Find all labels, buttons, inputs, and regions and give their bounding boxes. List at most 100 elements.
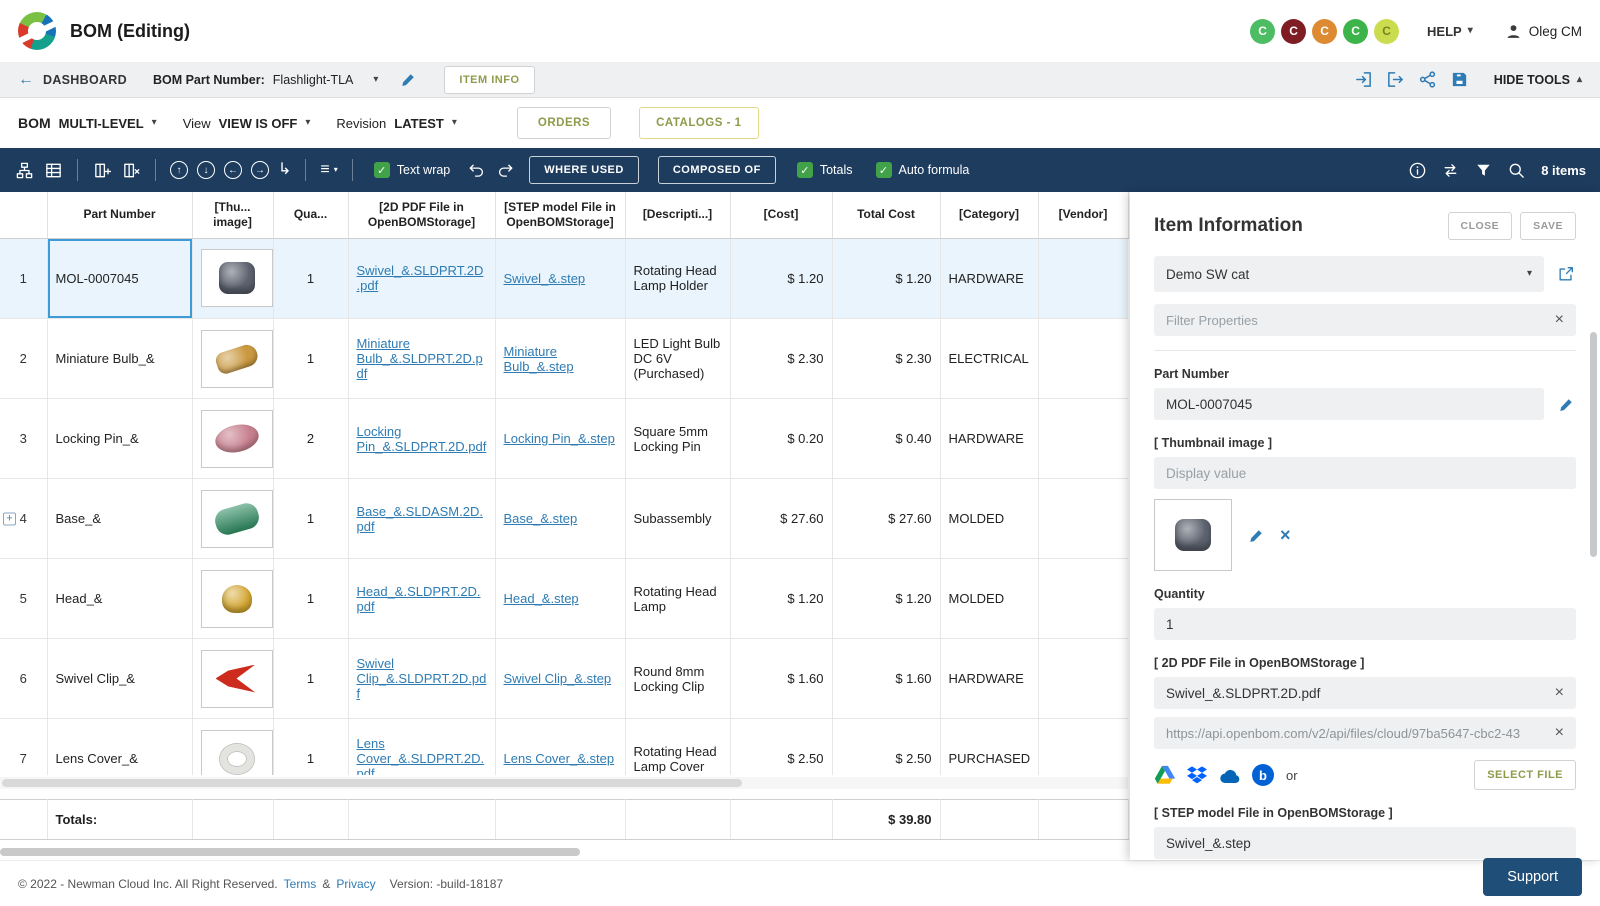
description-cell[interactable]: Rotating Head Lamp	[625, 558, 731, 639]
where-used-button[interactable]: WHERE USED	[529, 156, 639, 184]
pdf-url-input[interactable]: https://api.openbom.com/v2/api/files/clo…	[1154, 717, 1576, 749]
avatar[interactable]: C	[1343, 18, 1369, 44]
onedrive-icon[interactable]	[1218, 766, 1242, 784]
select-file-button[interactable]: SELECT FILE	[1474, 760, 1576, 790]
quantity-cell[interactable]: 2	[273, 398, 349, 479]
vendor-cell[interactable]	[1038, 558, 1128, 639]
column-header[interactable]: [Thu... image]	[192, 192, 274, 239]
column-header[interactable]: [STEP model File in OpenBOMStorage]	[495, 192, 626, 239]
step-file-link[interactable]: Swivel_&.step	[504, 271, 586, 286]
orders-button[interactable]: ORDERS	[516, 107, 612, 139]
quantity-cell[interactable]: 1	[273, 478, 349, 559]
catalog-select[interactable]: Demo SW cat ▾	[1154, 256, 1544, 292]
part-number-input[interactable]: MOL-0007045	[1154, 388, 1544, 420]
pdf-file-link[interactable]: Swivel_&.SLDPRT.2D.pdf	[357, 263, 484, 293]
part-number-cell[interactable]: MOL-0007045	[47, 238, 193, 319]
quantity-input[interactable]: 1	[1154, 608, 1576, 640]
move-left-icon[interactable]: ←	[224, 161, 242, 179]
multi-level-view-icon[interactable]	[14, 160, 34, 180]
vendor-cell[interactable]	[1038, 638, 1128, 719]
description-cell[interactable]: LED Light Bulb DC 6V (Purchased)	[625, 318, 731, 399]
google-drive-icon[interactable]	[1154, 765, 1176, 785]
part-thumbnail[interactable]	[200, 649, 273, 708]
column-header[interactable]: Qua...	[273, 192, 349, 239]
quantity-cell[interactable]: 1	[273, 318, 349, 399]
pdf-file-link[interactable]: Swivel Clip_&.SLDPRT.2D.pdf	[357, 656, 487, 701]
auto-formula-checkbox[interactable]: ✓ Auto formula	[875, 162, 969, 178]
table-row[interactable]: + 3 Locking Pin_& 2 Locking Pin_&.SLDPRT…	[0, 398, 1128, 479]
support-button[interactable]: Support	[1483, 858, 1582, 896]
category-cell[interactable]: MOLDED	[940, 478, 1039, 559]
search-icon[interactable]	[1506, 160, 1526, 180]
save-button[interactable]: SAVE	[1520, 212, 1576, 240]
info-icon[interactable]	[1407, 160, 1427, 180]
item-info-button[interactable]: ITEM INFO	[444, 65, 535, 94]
table-row[interactable]: + 7 Lens Cover_& 1 Lens Cover_&.SLDPRT.2…	[0, 718, 1128, 775]
column-header[interactable]: [Vendor]	[1038, 192, 1129, 239]
edit-part-number-icon[interactable]	[1556, 394, 1576, 414]
panel-scrollbar[interactable]	[1590, 332, 1597, 557]
vendor-cell[interactable]	[1038, 718, 1128, 775]
open-catalog-icon[interactable]	[1556, 264, 1576, 284]
step-file-link[interactable]: Swivel Clip_&.step	[504, 671, 612, 686]
part-thumbnail[interactable]	[200, 489, 273, 548]
avatar[interactable]: C	[1250, 18, 1276, 44]
part-number-cell[interactable]: Miniature Bulb_&	[47, 318, 193, 399]
scrollbar-thumb[interactable]	[2, 778, 742, 787]
quantity-cell[interactable]: 1	[273, 238, 349, 319]
part-number-cell[interactable]: Head_&	[47, 558, 193, 639]
category-cell[interactable]: MOLDED	[940, 558, 1039, 639]
edit-bom-name-icon[interactable]	[398, 70, 418, 90]
part-thumbnail[interactable]	[200, 249, 273, 308]
clear-pdf-icon[interactable]: ×	[1547, 685, 1564, 701]
clear-url-icon[interactable]: ×	[1547, 725, 1564, 741]
export-icon[interactable]	[1386, 70, 1405, 89]
box-icon[interactable]: b	[1252, 764, 1274, 786]
chevron-down-icon[interactable]: ▾	[373, 74, 378, 85]
category-cell[interactable]: ELECTRICAL	[940, 318, 1039, 399]
undo-icon[interactable]	[466, 160, 486, 180]
remove-thumbnail-icon[interactable]: ×	[1280, 526, 1291, 544]
cost-cell[interactable]: $ 2.30	[730, 318, 833, 399]
dropbox-icon[interactable]	[1186, 765, 1208, 785]
part-number-cell[interactable]: Locking Pin_&	[47, 398, 193, 479]
part-number-cell[interactable]: Base_&	[47, 478, 193, 559]
step-file-link[interactable]: Base_&.step	[504, 511, 578, 526]
totals-checkbox[interactable]: ✓ Totals	[796, 162, 853, 178]
vendor-cell[interactable]	[1038, 398, 1128, 479]
close-button[interactable]: CLOSE	[1447, 212, 1513, 240]
filter-properties-input[interactable]: Filter Properties ×	[1154, 304, 1576, 336]
move-up-icon[interactable]: ↑	[170, 161, 188, 179]
pdf-file-link[interactable]: Locking Pin_&.SLDPRT.2D.pdf	[357, 424, 487, 454]
add-column-icon[interactable]	[92, 160, 112, 180]
hide-tools-toggle[interactable]: HIDE TOOLS ▴	[1494, 73, 1582, 87]
step-file-input[interactable]: Swivel_&.step	[1154, 827, 1576, 859]
cost-cell[interactable]: $ 1.60	[730, 638, 833, 719]
table-row[interactable]: + 1 MOL-0007045 1 Swivel_&.SLDPRT.2D.pdf…	[0, 238, 1128, 319]
quantity-cell[interactable]: 1	[273, 718, 349, 775]
part-thumbnail[interactable]	[200, 409, 273, 468]
expand-row-icon[interactable]: +	[3, 512, 16, 525]
column-header[interactable]: Part Number	[47, 192, 193, 239]
description-cell[interactable]: Subassembly	[625, 478, 731, 559]
category-cell[interactable]: PURCHASED	[940, 718, 1039, 775]
remove-column-icon[interactable]	[121, 160, 141, 180]
table-row[interactable]: + 6 Swivel Clip_& 1 Swivel Clip_&.SLDPRT…	[0, 638, 1128, 719]
avatar[interactable]: C	[1312, 18, 1338, 44]
pdf-file-link[interactable]: Head_&.SLDPRT.2D.pdf	[357, 584, 481, 614]
category-cell[interactable]: HARDWARE	[940, 638, 1039, 719]
table-horizontal-scrollbar[interactable]	[0, 776, 1128, 789]
cost-cell[interactable]: $ 27.60	[730, 478, 833, 559]
cost-cell[interactable]: $ 0.20	[730, 398, 833, 479]
column-header[interactable]: [Cost]	[730, 192, 833, 239]
column-header[interactable]: [2D PDF File in OpenBOMStorage]	[348, 192, 496, 239]
cost-cell[interactable]: $ 1.20	[730, 558, 833, 639]
indent-icon[interactable]: ↳	[278, 162, 291, 178]
revision-dropdown[interactable]: Revision LATEST ▾	[336, 116, 456, 131]
description-cell[interactable]: Rotating Head Lamp Holder	[625, 238, 731, 319]
part-thumbnail[interactable]	[200, 569, 273, 628]
vendor-cell[interactable]	[1038, 238, 1128, 319]
alignment-menu-icon[interactable]: ≡ ▾	[320, 160, 337, 180]
import-icon[interactable]	[1354, 70, 1373, 89]
pdf-file-input[interactable]: Swivel_&.SLDPRT.2D.pdf ×	[1154, 677, 1576, 709]
